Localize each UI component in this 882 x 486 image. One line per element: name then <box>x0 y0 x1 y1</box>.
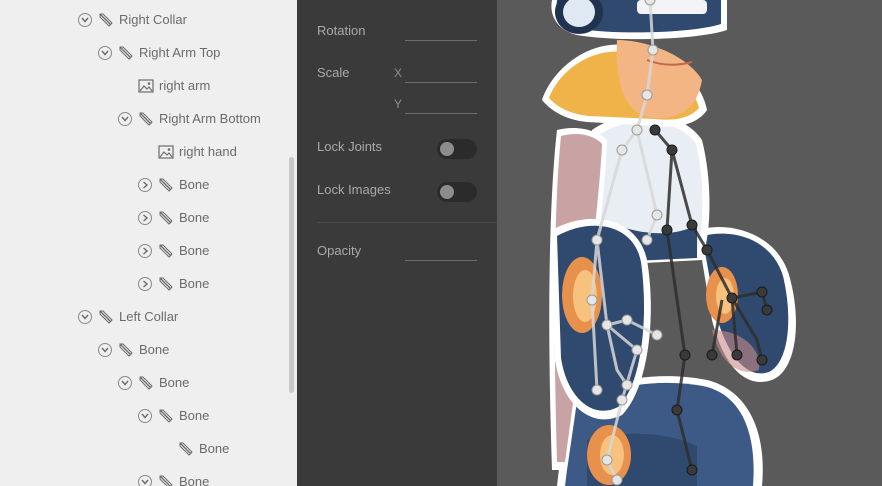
tree-item-label: Bone <box>179 177 210 192</box>
toggle-spacer <box>118 79 132 93</box>
bone-icon <box>158 243 174 259</box>
toggle-spacer <box>158 442 172 456</box>
tree-item-label: Bone <box>179 276 210 291</box>
chevron-right-icon[interactable] <box>138 177 152 192</box>
lock-images-toggle[interactable] <box>437 182 477 202</box>
tree-item-label: Bone <box>139 342 170 357</box>
tree-item-label: Bone <box>179 474 210 486</box>
bone-icon <box>178 441 194 457</box>
bone-icon <box>118 342 134 358</box>
tree-item[interactable]: Bone <box>0 201 290 234</box>
tree-item[interactable]: Bone <box>0 366 290 399</box>
chevron-right-icon[interactable] <box>138 243 152 258</box>
bone-icon <box>138 375 154 391</box>
tree-item[interactable]: Bone <box>0 399 290 432</box>
scale-x-input[interactable] <box>405 63 477 83</box>
chevron-right-icon[interactable] <box>138 276 152 291</box>
tree-item[interactable]: Bone <box>0 267 290 300</box>
hierarchy-scrollbar[interactable] <box>289 157 294 393</box>
opacity-label: Opacity <box>317 243 362 258</box>
scale-label: Scale <box>317 65 350 80</box>
tree-item-label: Right Collar <box>119 12 187 27</box>
bone-icon <box>158 276 174 292</box>
properties-divider <box>317 222 497 223</box>
bone-icon <box>158 210 174 226</box>
image-icon <box>158 144 174 160</box>
tree-item-label: right hand <box>179 144 237 159</box>
tree-item[interactable]: Bone <box>0 234 290 267</box>
tree-item-label: Left Collar <box>119 309 179 324</box>
toggle-knob <box>440 185 454 199</box>
tree-item-label: Right Arm Top <box>139 45 221 60</box>
tree-item[interactable]: Bone <box>0 465 290 486</box>
bone-icon <box>118 45 134 61</box>
lock-joints-label: Lock Joints <box>317 139 383 154</box>
scale-y-label: Y <box>394 97 403 111</box>
properties-panel: Rotation Scale X Y Lock Joints Lock Imag… <box>297 0 497 486</box>
chevron-down-icon[interactable] <box>118 375 132 390</box>
chevron-down-icon[interactable] <box>138 408 152 423</box>
chevron-down-icon[interactable] <box>138 474 152 486</box>
tree-item[interactable]: Right Arm Top <box>0 36 290 69</box>
chevron-right-icon[interactable] <box>138 210 152 225</box>
bone-icon <box>98 12 114 28</box>
tree-item[interactable]: right hand <box>0 135 290 168</box>
chevron-down-icon[interactable] <box>118 111 132 126</box>
toggle-spacer <box>138 145 152 159</box>
image-icon <box>138 78 154 94</box>
lock-images-label: Lock Images <box>317 182 391 197</box>
chevron-down-icon[interactable] <box>78 12 92 27</box>
hierarchy-panel: Right Collar Right Arm Top right arm Right … <box>0 0 297 486</box>
tree-item-label: Bone <box>179 210 210 225</box>
chevron-down-icon[interactable] <box>78 309 92 324</box>
chevron-down-icon[interactable] <box>98 45 112 60</box>
bone-icon <box>158 177 174 193</box>
bone-icon <box>138 111 154 127</box>
toggle-knob <box>440 142 454 156</box>
character-head <box>542 0 727 127</box>
opacity-input[interactable] <box>405 241 477 261</box>
tree-item-label: Bone <box>199 441 230 456</box>
character-artwork <box>542 0 796 486</box>
tree-item-label: Right Arm Bottom <box>159 111 261 126</box>
tree-item[interactable]: Right Arm Bottom <box>0 102 290 135</box>
tree-item-label: right arm <box>159 78 211 93</box>
rotation-input[interactable] <box>405 21 477 41</box>
tree-item-label: Bone <box>179 243 210 258</box>
tree-item[interactable]: Bone <box>0 168 290 201</box>
bone-icon <box>158 474 174 486</box>
stage-canvas[interactable] <box>497 0 882 486</box>
tree-item[interactable]: Right Collar <box>0 3 290 36</box>
tree-item-label: Bone <box>159 375 190 390</box>
tree-item[interactable]: right arm <box>0 69 290 102</box>
bone-icon <box>158 408 174 424</box>
tree-item[interactable]: Left Collar <box>0 300 290 333</box>
tree-item[interactable]: Bone <box>0 333 290 366</box>
rotation-label: Rotation <box>317 23 366 38</box>
scale-x-label: X <box>394 66 403 80</box>
lock-joints-toggle[interactable] <box>437 139 477 159</box>
bone-icon <box>98 309 114 325</box>
tree-item-label: Bone <box>179 408 210 423</box>
tree-item[interactable]: Bone <box>0 432 290 465</box>
scale-y-input[interactable] <box>405 94 477 114</box>
chevron-down-icon[interactable] <box>98 342 112 357</box>
